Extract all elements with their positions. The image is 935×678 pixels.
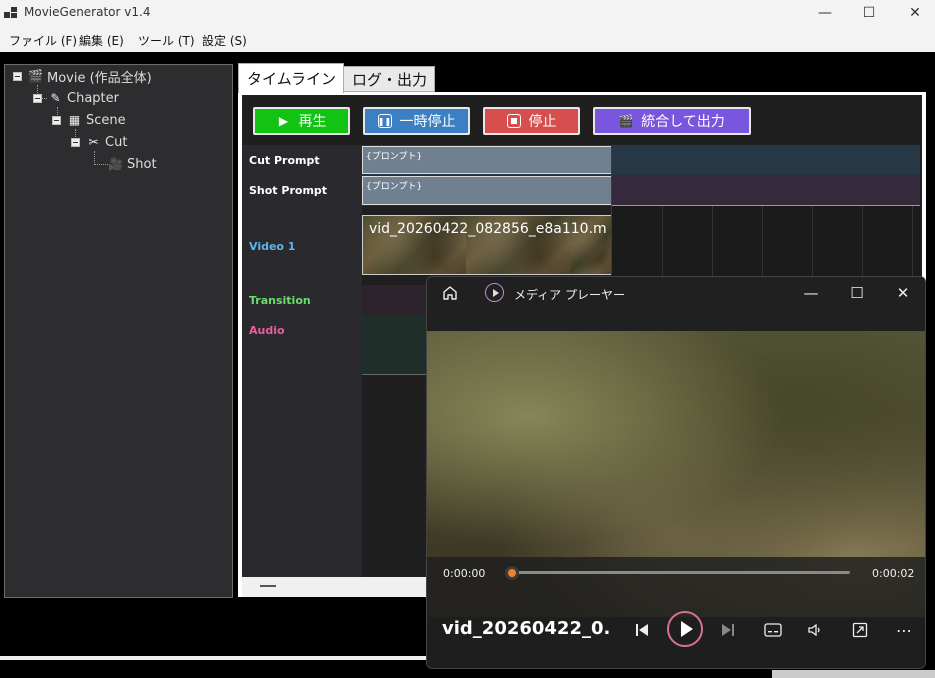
media-player-window: メディア プレーヤー — ☐ ✕ 0:00:00 0:00:02 vid_202… [426,276,926,669]
video-clip-name: vid_20260422_082856_e8a110.m [369,221,607,237]
volume-icon[interactable] [805,617,825,643]
tree-node-label: Scene [86,112,126,128]
audio-track [362,315,427,375]
export-label: 統合して出力 [641,114,725,130]
tab-log[interactable]: ログ・出力 [343,66,435,92]
tree-node-cut[interactable]: ✂ Cut [71,133,127,151]
tree-node-chapter[interactable]: ✎ Chapter [33,89,119,107]
tree-node-scene[interactable]: ▦ Scene [52,111,126,129]
maximize-button[interactable]: ☐ [846,0,892,26]
pause-button[interactable]: ❚❚ 一時停止 [363,107,470,135]
tree-node-label: Cut [105,134,128,150]
tree-node-label: Shot [127,156,157,172]
collapse-icon[interactable] [33,93,42,103]
track-label-column [242,145,362,577]
row-label-audio: Audio [249,324,285,337]
next-icon[interactable] [717,617,739,643]
tree-node-label: Movie (作品全体) [47,70,152,86]
player-close-button[interactable]: ✕ [883,282,923,304]
close-button[interactable]: ✕ [892,0,935,26]
menu-file[interactable]: ファイル (F) [9,32,77,49]
scissors-icon: ✂ [88,135,99,149]
row-label-cut-prompt: Cut Prompt [249,154,320,167]
menu-edit[interactable]: 編集 (E) [79,32,124,49]
project-tree[interactable]: 🎬 Movie (作品全体) ✎ Chapter ▦ Scene ✂ Cut 🎥… [4,64,233,598]
player-title-bar: メディア プレーヤー — ☐ ✕ [427,277,925,309]
seek-bar[interactable] [512,571,850,574]
title-bar: MovieGenerator v1.4 — ☐ ✕ [0,0,935,26]
stop-button[interactable]: 停止 [483,107,580,135]
tree-node-label: Chapter [67,90,119,106]
app-icon [4,7,18,19]
play-label: 再生 [298,114,327,130]
stop-label: 停止 [528,114,557,130]
play-icon: ▶ [278,114,289,128]
pause-icon: ❚❚ [377,114,392,128]
player-app-name: メディア プレーヤー [514,288,625,302]
timeline-grid [612,206,920,276]
pause-label: 一時停止 [399,114,456,130]
transition-track [362,285,427,315]
collapse-icon[interactable] [13,71,22,81]
window-title: MovieGenerator v1.4 [24,5,151,19]
scroll-thumb[interactable] [260,585,276,587]
tree-node-shot[interactable]: 🎥 Shot [108,155,157,173]
camera-icon: 🎥 [108,157,123,171]
row-label-transition: Transition [249,294,311,307]
status-strip [0,656,430,660]
previous-icon[interactable] [631,617,653,643]
player-maximize-button[interactable]: ☐ [837,282,877,304]
player-file-title: vid_20260422_0... [442,618,612,639]
status-strip-right [772,670,935,678]
pencil-icon: ✎ [50,91,61,105]
play-button[interactable]: ▶ 再生 [253,107,350,135]
playhead[interactable] [611,145,612,275]
menu-settings[interactable]: 設定 (S) [202,32,247,49]
export-button[interactable]: 🎬 統合して出力 [593,107,751,135]
minimize-button[interactable]: — [802,0,848,26]
row-label-video: Video 1 [249,240,296,253]
subtitles-icon[interactable] [763,617,783,643]
current-time: 0:00:00 [443,567,486,580]
clapperboard-icon: 🎬 [618,114,634,128]
shot-prompt-block[interactable]: {プロンプト} [362,176,612,205]
film-icon: ▦ [68,113,81,127]
mini-player-icon[interactable] [850,617,870,643]
seek-thumb[interactable] [505,566,519,580]
movie-generator-window: MovieGenerator v1.4 — ☐ ✕ ファイル (F) 編集 (E… [0,0,935,678]
stop-icon [506,114,521,128]
player-minimize-button[interactable]: — [791,282,831,304]
tree-node-movie[interactable]: 🎬 Movie (作品全体) [13,67,152,86]
menu-bar: ファイル (F) 編集 (E) ツール (T) 設定 (S) [0,26,935,52]
collapse-icon[interactable] [71,137,80,147]
play-pause-button[interactable] [667,611,703,647]
tab-timeline[interactable]: タイムライン [238,63,344,93]
cut-prompt-block[interactable]: {プロンプト} [362,146,612,174]
home-icon[interactable] [441,284,459,302]
duration: 0:00:02 [872,567,915,580]
media-player-logo-icon [485,283,504,302]
collapse-icon[interactable] [52,115,61,125]
row-label-shot-prompt: Shot Prompt [249,184,328,197]
clapperboard-icon: 🎬 [28,69,43,83]
more-options-icon[interactable]: ⋯ [894,617,914,643]
menu-tools[interactable]: ツール (T) [138,32,195,49]
